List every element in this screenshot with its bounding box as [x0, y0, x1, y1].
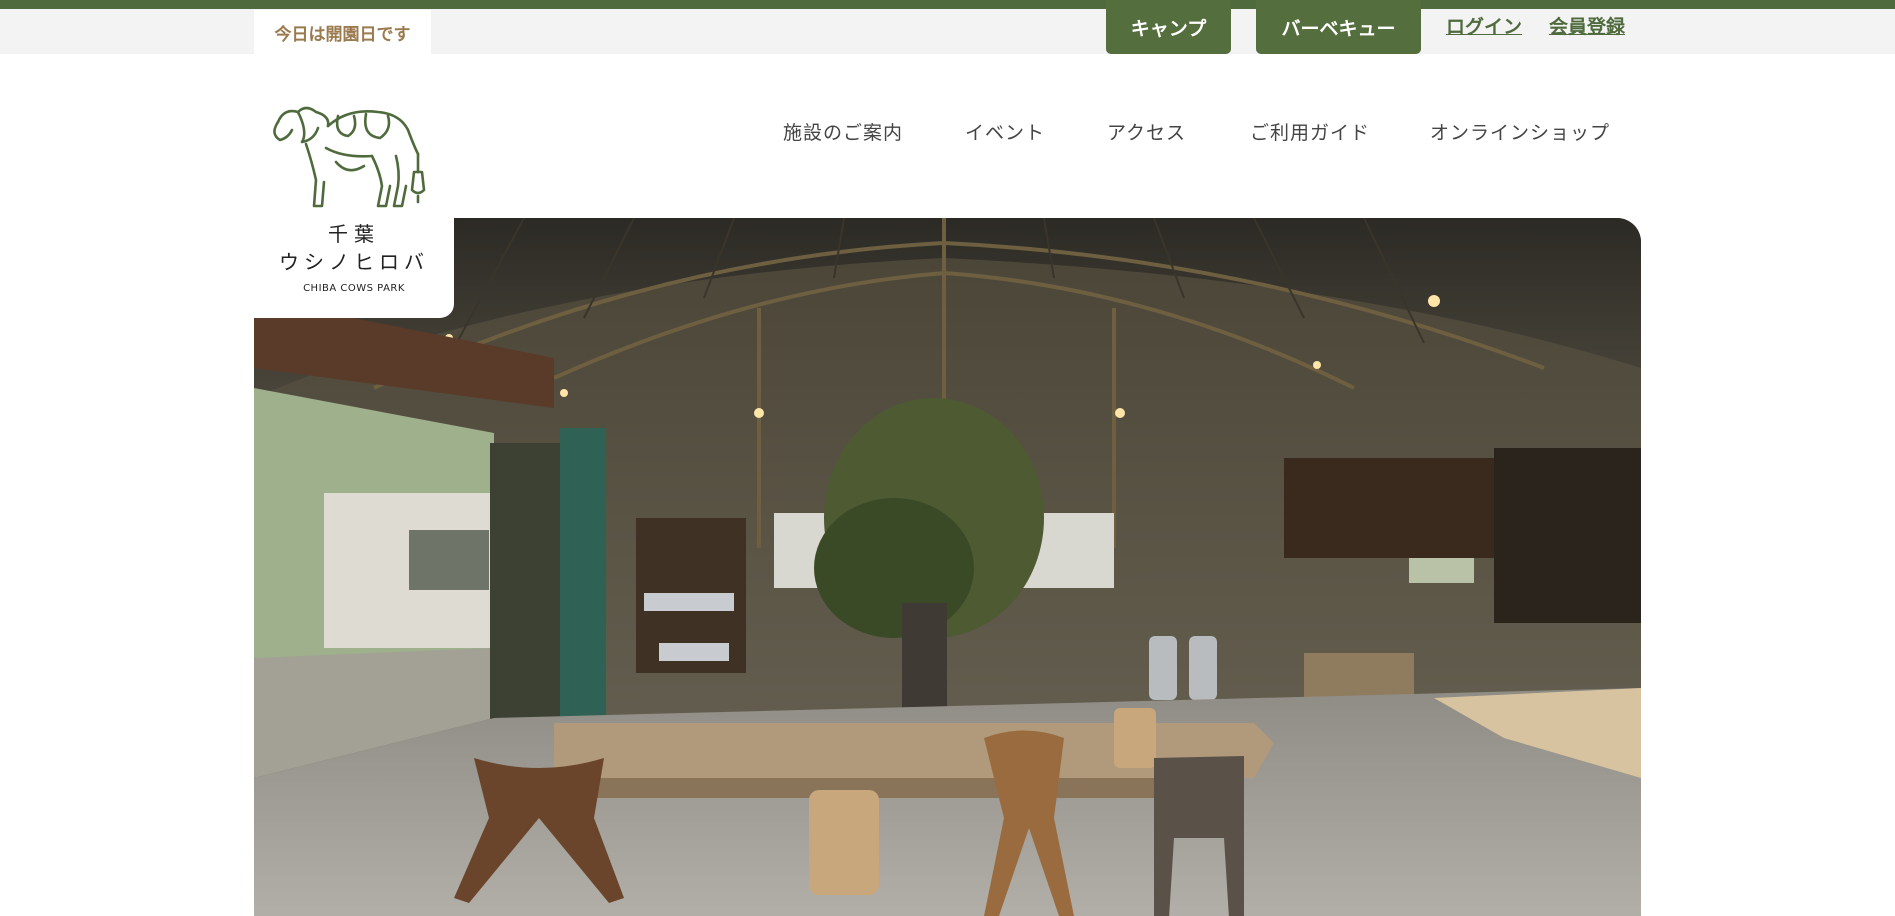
nav-item-guide[interactable]: ご利用ガイド	[1250, 118, 1370, 145]
login-link[interactable]: ログイン	[1446, 12, 1522, 39]
logo-name-line2: ウシノヒロバ	[279, 250, 429, 274]
register-link[interactable]: 会員登録	[1549, 12, 1625, 39]
open-status-badge: 今日は開園日です	[254, 10, 431, 55]
nav-item-access[interactable]: アクセス	[1107, 118, 1186, 145]
nav-item-events[interactable]: イベント	[965, 118, 1045, 145]
hero-image	[254, 218, 1641, 916]
logo-name-line1: 千葉	[328, 222, 380, 246]
nav-item-online-shop[interactable]: オンラインショップ	[1430, 118, 1610, 145]
bbq-button[interactable]: バーベキュー	[1256, 0, 1421, 54]
barn-interior-photo	[254, 218, 1641, 916]
logo-name-english: CHIBA COWS PARK	[303, 283, 405, 294]
top-accent-stripe	[0, 0, 1895, 9]
camp-button[interactable]: キャンプ	[1106, 0, 1231, 54]
nav-item-facilities[interactable]: 施設のご案内	[783, 118, 903, 145]
site-logo[interactable]: 千葉 ウシノヒロバ CHIBA COWS PARK	[254, 90, 454, 318]
cow-line-icon	[273, 106, 426, 208]
